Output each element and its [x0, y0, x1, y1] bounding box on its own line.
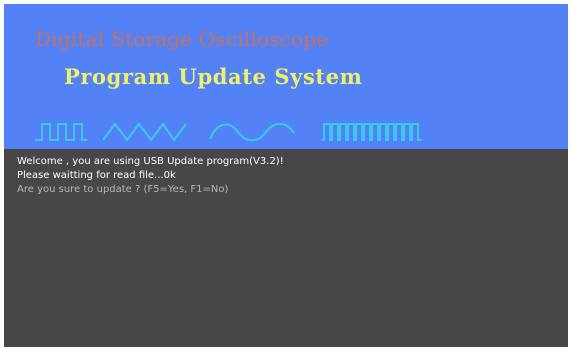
- read-status-message: Please waitting for read file...0k: [17, 170, 176, 181]
- square-wave-icon: [35, 123, 87, 141]
- pulse-train-icon: [322, 123, 422, 141]
- sine-wave-icon: [209, 122, 295, 142]
- header-banner: Digital Storage Oscilloscope Program Upd…: [4, 4, 568, 149]
- console-output: Welcome , you are using USB Update progr…: [4, 149, 568, 347]
- system-title: Program Update System: [64, 64, 363, 89]
- update-confirm-prompt: Are you sure to update ? (F5=Yes, F1=No): [17, 184, 229, 195]
- brand-title: Digital Storage Oscilloscope: [35, 27, 329, 51]
- waveform-strip: [35, 122, 422, 142]
- welcome-message: Welcome , you are using USB Update progr…: [17, 156, 284, 167]
- update-screen: Digital Storage Oscilloscope Program Upd…: [4, 4, 568, 347]
- triangle-wave-icon: [102, 122, 187, 142]
